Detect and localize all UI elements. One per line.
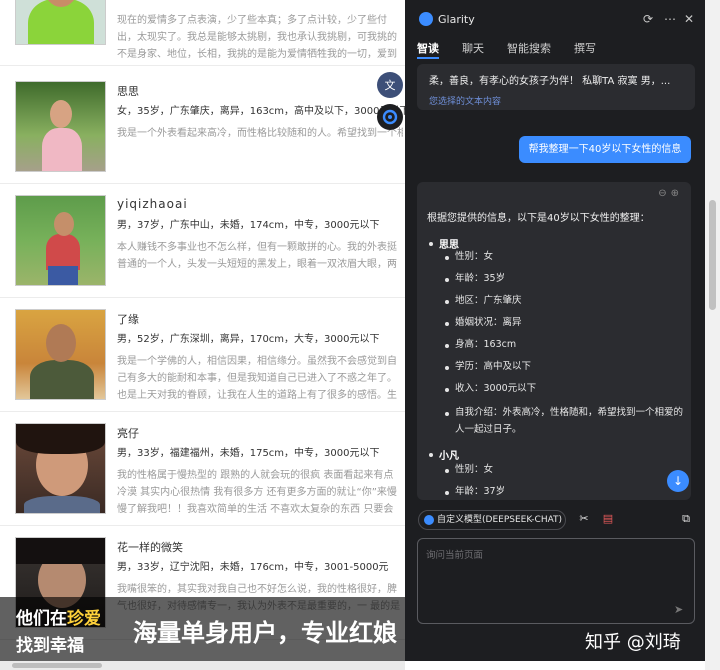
answer-field: 自我介绍：外表高冷，性格随和，希望找到一个相爱的人一起过日子。 bbox=[455, 407, 684, 435]
profile-meta: 女，35岁，广东肇庆，离异，163cm，高中及以下，3000元以下 bbox=[117, 106, 405, 117]
profile-card[interactable]: 了缘 男，52岁，广东深圳，离异，170cm，大专，3000元以下 我是一个学佛… bbox=[0, 300, 405, 412]
glarity-logo-icon bbox=[382, 109, 398, 125]
glarity-logo-icon bbox=[419, 12, 433, 26]
answer-field: 婚姻状况：离异 bbox=[455, 317, 522, 328]
profile-meta: 男，37岁，广东中山，未婚，174cm，中专，3000元以下 bbox=[117, 220, 380, 231]
horizontal-scrollbar[interactable] bbox=[0, 661, 405, 670]
answer-person-name: 小凡 bbox=[439, 451, 459, 462]
profile-card[interactable]: 现在的爱情多了点表演，少了些本真；多了点计较，少了些付出，太现实了。我总是能够太… bbox=[0, 0, 405, 66]
dating-profile-list: 现在的爱情多了点表演，少了些本真；多了点计较，少了些付出，太现实了。我总是能够太… bbox=[0, 0, 405, 670]
sidebar-header: Glarity ⟳ ⋯ ✕ bbox=[405, 0, 705, 40]
answer-field: 收入：3000元以下 bbox=[455, 383, 537, 394]
selected-text: 柔，善良，有孝心的女孩子为伴！ 私聊TA 寂寞 男，... bbox=[429, 76, 671, 87]
profile-name[interactable]: 亮仔 bbox=[117, 425, 139, 441]
add-icon[interactable]: ⊕ bbox=[671, 188, 683, 199]
new-chat-icon[interactable]: ⧉ bbox=[679, 512, 693, 526]
vertical-scrollbar[interactable] bbox=[705, 0, 720, 670]
profile-intro: 我是一个学佛的人，相信因果，相信缘分。虽然我不会感觉到自己有多大的能耐和本事，但… bbox=[117, 356, 397, 401]
close-icon[interactable]: ✕ bbox=[682, 12, 696, 26]
question-input[interactable] bbox=[426, 547, 676, 607]
profile-meta: 男，33岁，福建福州，未婚，175cm，中专，3000元以下 bbox=[117, 448, 380, 459]
profile-name[interactable]: yiqizhaoai bbox=[117, 197, 188, 211]
profile-intro: 我的性格属于慢热型的 跟熟的人就会玩的很疯 表面看起来有点冷漠 其实内心很热情 … bbox=[117, 470, 397, 515]
answer-field: 地区：广东肇庆 bbox=[455, 295, 522, 306]
profile-card[interactable]: 亮仔 男，33岁，福建福州，未婚，175cm，中专，3000元以下 我的性格属于… bbox=[0, 414, 405, 526]
profile-card[interactable]: yiqizhaoai 男，37岁，广东中山，未婚，174cm，中专，3000元以… bbox=[0, 186, 405, 298]
translate-button[interactable]: 文 bbox=[377, 72, 403, 98]
profile-meta: 男，52岁，广东深圳，离异，170cm，大专，3000元以下 bbox=[117, 334, 380, 345]
send-icon[interactable]: ➤ bbox=[674, 603, 686, 616]
scroll-down-button[interactable]: ↓ bbox=[667, 470, 689, 492]
more-icon[interactable]: ⋯ bbox=[663, 12, 677, 26]
pdf-icon[interactable]: ▤ bbox=[601, 512, 615, 526]
tab-compose[interactable]: 撰写 bbox=[574, 40, 596, 56]
answer-field: 性别：女 bbox=[455, 251, 494, 262]
banner-highlight: 珍爱 bbox=[67, 609, 101, 629]
banner-slogan: 海量单身用户，专业红娘 bbox=[133, 619, 397, 647]
profile-intro: 我是一个外表看起来高冷，而性格比较随和的人。希望找到一个相爱的人一起过日子。 bbox=[117, 128, 403, 139]
answer-intro: 根据您提供的信息，以下是40岁以下女性的整理： bbox=[427, 213, 650, 224]
profile-intro: 本人赚钱不多事业也不怎么样，但有一颗敢拼的心。我的外表挺普通的一个人，头发一头短… bbox=[117, 242, 397, 270]
answer-field: 性别：女 bbox=[455, 464, 494, 475]
profile-name[interactable]: 思思 bbox=[117, 83, 139, 99]
glarity-sidebar: Glarity ⟳ ⋯ ✕ 智读 聊天 智能搜索 撰写 柔，善良，有孝心的女孩子… bbox=[405, 0, 705, 661]
profile-photo[interactable] bbox=[15, 81, 106, 172]
question-input-box[interactable]: ➤ bbox=[417, 538, 695, 624]
refresh-icon[interactable]: ⟳ bbox=[641, 12, 655, 26]
profile-name[interactable]: 了缘 bbox=[117, 311, 139, 327]
stop-icon[interactable]: ⊖ bbox=[658, 188, 670, 199]
profile-photo[interactable] bbox=[15, 309, 106, 400]
profile-photo[interactable] bbox=[15, 195, 106, 286]
assistant-answer-card: ⊖⊕ 根据您提供的信息，以下是40岁以下女性的整理： 思思 性别：女 年龄：35… bbox=[417, 182, 691, 500]
answer-tools: ⊖⊕ bbox=[658, 188, 683, 199]
profile-name[interactable]: 花一样的微笑 bbox=[117, 539, 183, 555]
profile-photo[interactable] bbox=[15, 423, 106, 514]
selected-text-label: 您选择的文本内容 bbox=[429, 97, 502, 107]
answer-field: 年龄：35岁 bbox=[455, 273, 506, 284]
tab-smart-search[interactable]: 智能搜索 bbox=[507, 40, 551, 56]
tab-smart-read[interactable]: 智读 bbox=[417, 40, 439, 59]
glarity-float-button[interactable] bbox=[377, 104, 403, 130]
profile-photo[interactable] bbox=[15, 0, 106, 45]
banner-headline: 他们在珍爱 bbox=[16, 609, 101, 629]
tab-chat[interactable]: 聊天 bbox=[462, 40, 484, 56]
profile-card[interactable]: 思思 女，35岁，广东肇庆，离异，163cm，高中及以下，3000元以下 我是一… bbox=[0, 72, 405, 184]
scissors-icon[interactable]: ✂ bbox=[577, 512, 591, 526]
sidebar-tabs: 智读 聊天 智能搜索 撰写 bbox=[405, 40, 705, 62]
model-label: 自定义模型(DEEPSEEK-CHAT) bbox=[437, 515, 563, 525]
user-message-bubble: 帮我整理一下40岁以下女性的信息 bbox=[519, 136, 691, 163]
watermark: 知乎 @刘琦 bbox=[585, 632, 681, 653]
answer-field: 年龄：37岁 bbox=[455, 486, 506, 497]
answer-field: 身高：163cm bbox=[455, 339, 517, 350]
ad-banner[interactable]: 他们在珍爱 找到幸福 海量单身用户，专业红娘 bbox=[0, 597, 405, 661]
selected-text-card: 柔，善良，有孝心的女孩子为伴！ 私聊TA 寂寞 男，... 您选择的文本内容 bbox=[417, 64, 695, 110]
answer-field: 学历：高中及以下 bbox=[455, 361, 532, 372]
sidebar-title: Glarity bbox=[438, 13, 475, 26]
model-icon bbox=[424, 515, 434, 525]
model-selector[interactable]: 自定义模型(DEEPSEEK-CHAT) bbox=[418, 510, 566, 530]
profile-meta: 男，33岁，辽宁沈阳，未婚，176cm，中专，3001-5000元 bbox=[117, 562, 389, 573]
profile-intro: 现在的爱情多了点表演，少了些本真；多了点计较，少了些付出，太现实了。我总是能够太… bbox=[117, 15, 397, 60]
banner-subline: 找到幸福 bbox=[16, 636, 84, 656]
model-toolbar: 自定义模型(DEEPSEEK-CHAT) ✂ ▤ ⧉ bbox=[405, 508, 705, 534]
translate-icon: 文 bbox=[384, 79, 396, 92]
